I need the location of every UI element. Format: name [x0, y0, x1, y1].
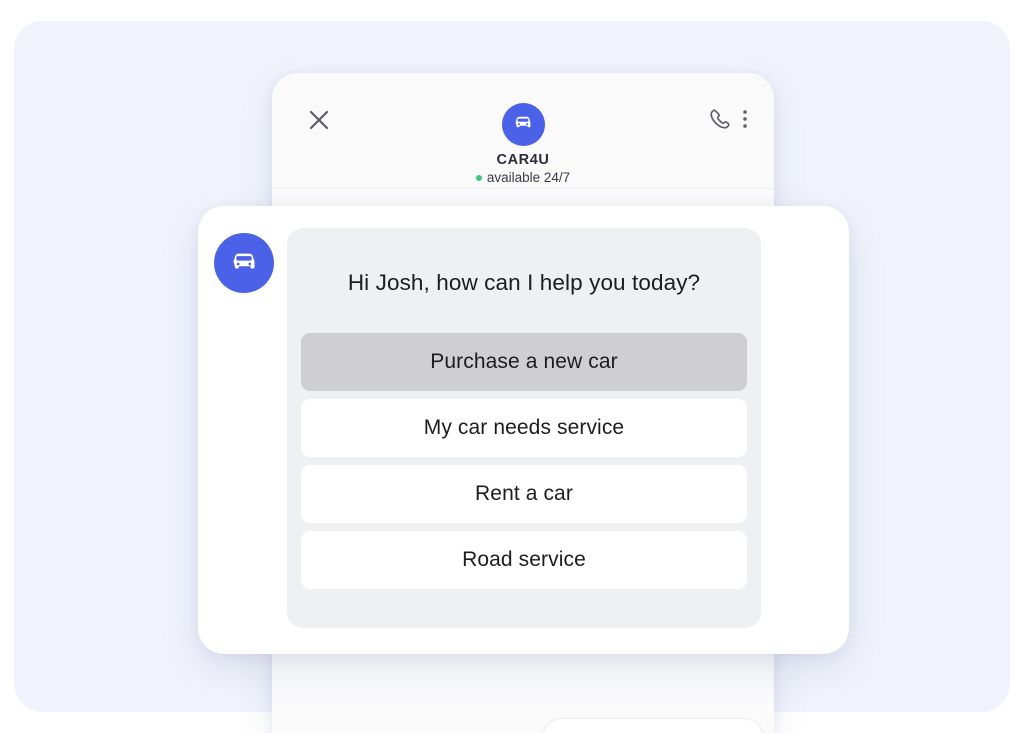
option-purchase-new-car[interactable]: Purchase a new car — [301, 333, 747, 391]
availability-label: available 24/7 — [486, 170, 571, 185]
car-icon — [227, 244, 261, 283]
brand-identity: CAR4U available 24/7 — [272, 103, 774, 185]
availability-status: available 24/7 — [272, 170, 774, 185]
bot-avatar — [214, 233, 274, 293]
chat-window-header: CAR4U available 24/7 — [272, 73, 774, 189]
brand-avatar — [501, 103, 545, 146]
chat-message-card: Hi Josh, how can I help you today? Purch… — [198, 206, 849, 654]
car-icon — [511, 110, 535, 139]
brand-name: CAR4U — [496, 152, 550, 168]
option-rent-a-car[interactable]: Rent a car — [301, 465, 747, 523]
online-status-dot — [475, 174, 482, 181]
choose-another-service-button[interactable]: Choose another service — [542, 718, 764, 733]
page-background: CAR4U available 24/7 Choose another serv… — [14, 21, 1010, 733]
bot-message-bubble: Hi Josh, how can I help you today? Purch… — [287, 228, 761, 628]
secondary-actions: Choose another service Connect with live… — [542, 718, 774, 733]
quick-reply-options: Purchase a new car My car needs service … — [301, 333, 747, 589]
option-car-needs-service[interactable]: My car needs service — [301, 399, 747, 457]
option-road-service[interactable]: Road service — [301, 531, 747, 589]
greeting-text: Hi Josh, how can I help you today? — [347, 270, 701, 295]
